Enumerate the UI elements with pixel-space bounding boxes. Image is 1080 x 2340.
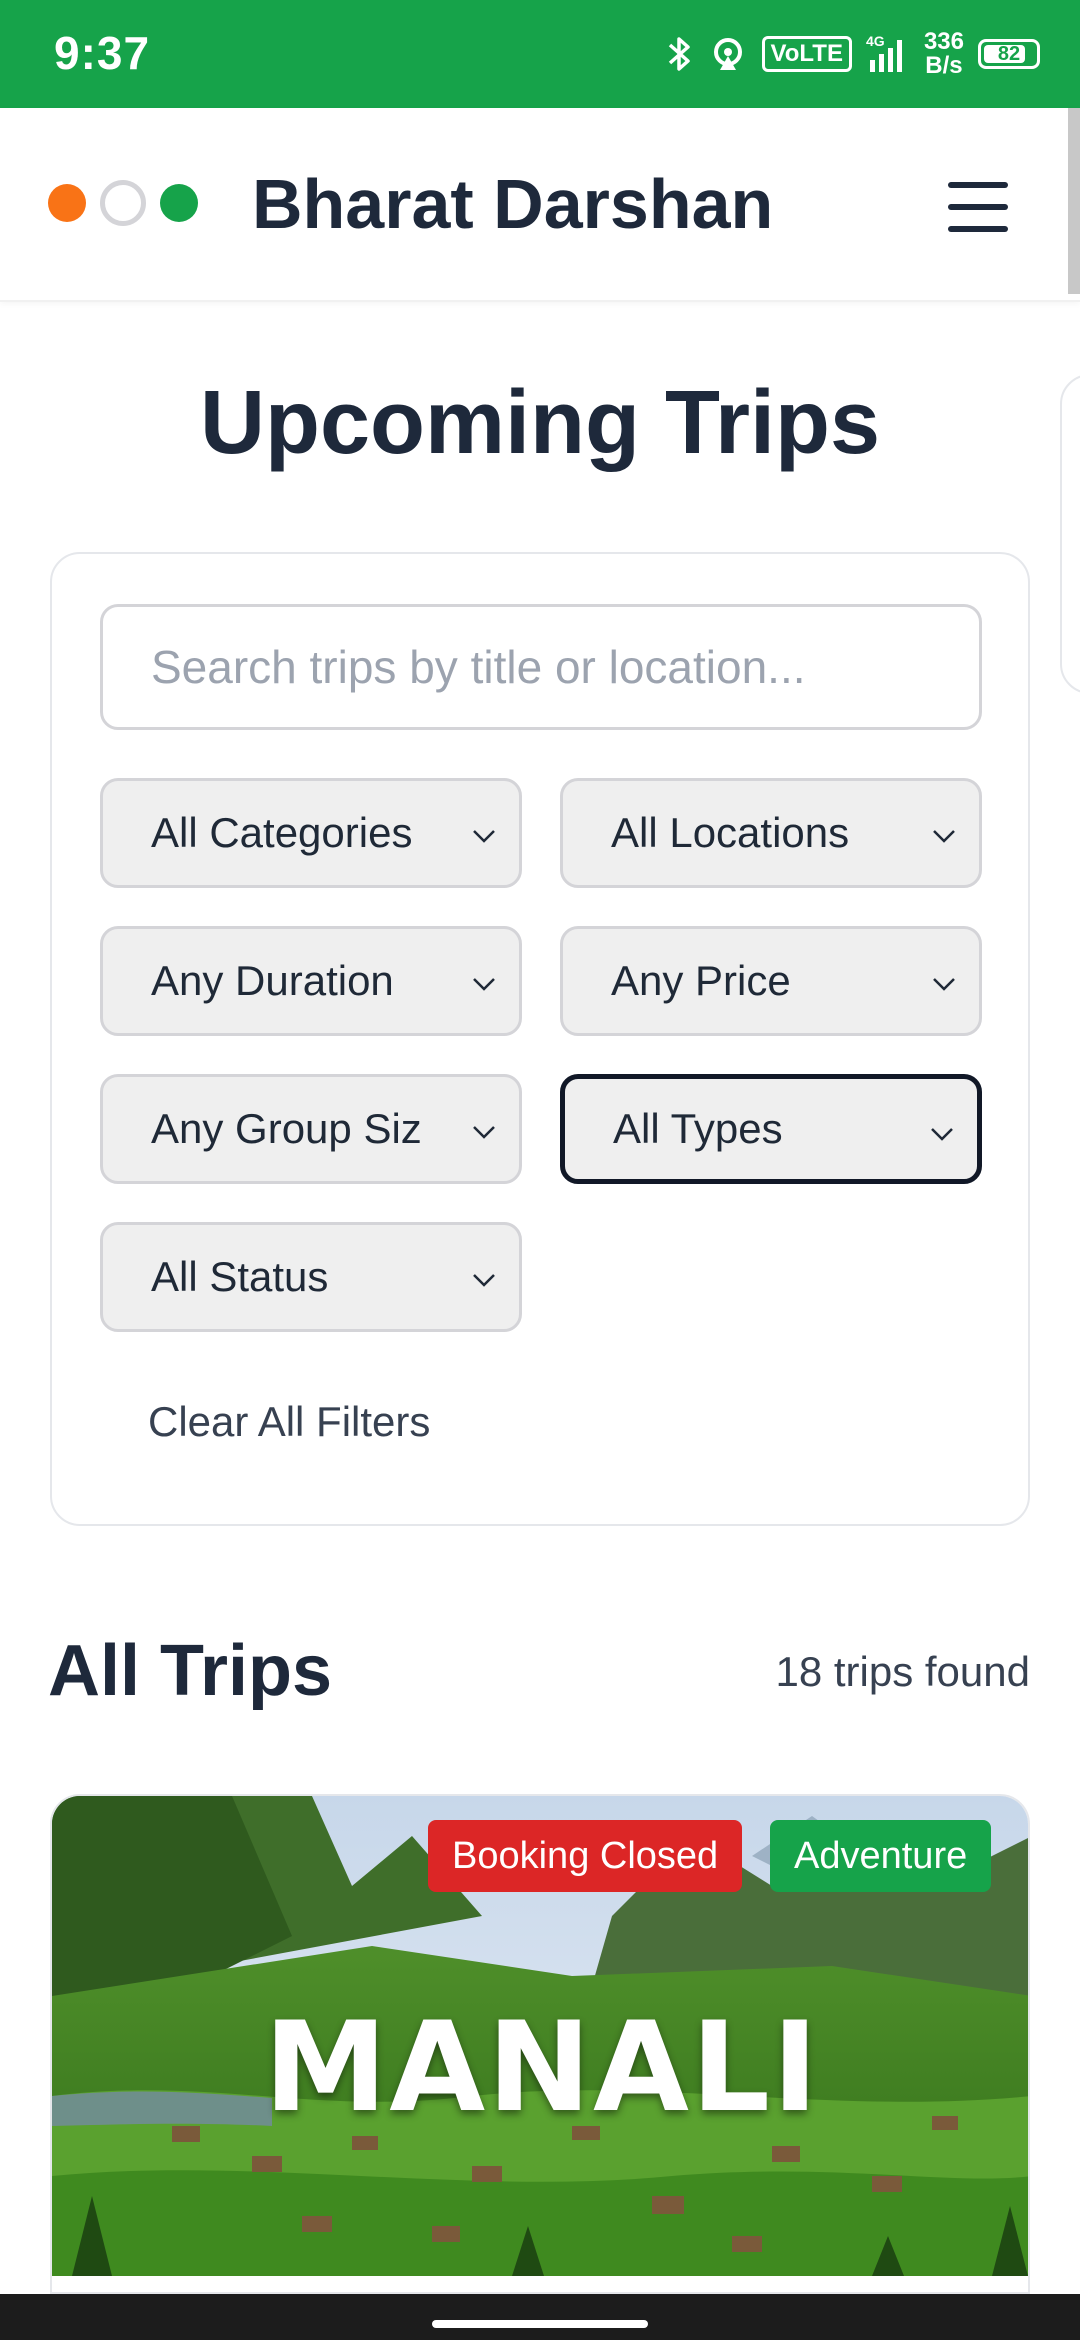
system-nav-bar xyxy=(0,2294,1080,2340)
app-header: Bharat Darshan xyxy=(0,108,1080,302)
signal-icon: 4G xyxy=(866,33,910,74)
chevron-down-icon xyxy=(473,978,495,991)
duration-select-value: Any Duration xyxy=(151,957,394,1004)
status-time: 9:37 xyxy=(54,27,151,79)
battery-level: 82 xyxy=(997,42,1021,65)
chevron-down-icon xyxy=(931,1128,953,1141)
chevron-down-icon xyxy=(473,1274,495,1287)
speed-unit: B/s xyxy=(925,52,963,79)
network-speed: 336 B/s xyxy=(924,30,964,78)
price-select-value: Any Price xyxy=(611,957,791,1004)
brand-name[interactable]: Bharat Darshan xyxy=(252,164,773,244)
bluetooth-icon xyxy=(666,34,694,74)
price-select[interactable]: Any Price xyxy=(560,926,982,1036)
trip-title: MANALI xyxy=(263,1996,821,2140)
status-select[interactable]: All Status xyxy=(100,1222,522,1332)
category-select-value: All Categories xyxy=(151,809,413,856)
section-title: All Trips xyxy=(48,1631,333,1711)
trip-card[interactable]: MANALI Booking Closed Adventure xyxy=(50,1794,1030,2294)
logo-dot-white xyxy=(100,180,146,226)
group-size-select[interactable]: Any Group Siz xyxy=(100,1074,522,1184)
logo-dot-green xyxy=(160,184,198,222)
category-select[interactable]: All Categories xyxy=(100,778,522,888)
chevron-down-icon xyxy=(473,830,495,843)
chevron-down-icon xyxy=(933,830,955,843)
location-select[interactable]: All Locations xyxy=(560,778,982,888)
volte-indicator: VoLTE xyxy=(761,36,852,72)
brand-logo[interactable] xyxy=(48,180,198,226)
status-bar: 9:37 VoLTE 4G 336 B/s 82 xyxy=(0,0,1080,108)
battery-icon: 82 xyxy=(978,34,1040,74)
scrollbar[interactable] xyxy=(1068,108,1080,294)
type-select-value: All Types xyxy=(613,1105,783,1152)
hamburger-icon[interactable] xyxy=(948,182,1008,232)
duration-select[interactable]: Any Duration xyxy=(100,926,522,1036)
status-icons: VoLTE 4G 336 B/s 82 xyxy=(666,24,1040,84)
filter-panel: All Categories All Locations Any Duratio… xyxy=(50,552,1030,1526)
clear-filters-button[interactable]: Clear All Filters xyxy=(148,1398,430,1446)
type-select[interactable]: All Types xyxy=(560,1074,982,1184)
hotspot-icon xyxy=(708,34,748,74)
status-badge: Booking Closed xyxy=(428,1820,743,1892)
chevron-down-icon xyxy=(933,978,955,991)
logo-dot-orange xyxy=(48,184,86,222)
group-size-select-value: Any Group Siz xyxy=(151,1105,422,1152)
network-type: 4G xyxy=(866,33,885,49)
chevron-down-icon xyxy=(473,1126,495,1139)
page-title: Upcoming Trips xyxy=(199,373,881,473)
category-badge: Adventure xyxy=(770,1820,992,1892)
location-select-value: All Locations xyxy=(611,809,850,856)
status-select-value: All Status xyxy=(151,1253,329,1300)
side-panel-edge xyxy=(1060,374,1080,694)
trip-count: 18 trips found xyxy=(775,1648,1030,1695)
search-input[interactable] xyxy=(100,604,982,730)
home-gesture-handle[interactable] xyxy=(432,2320,648,2328)
speed-value: 336 xyxy=(923,28,964,55)
